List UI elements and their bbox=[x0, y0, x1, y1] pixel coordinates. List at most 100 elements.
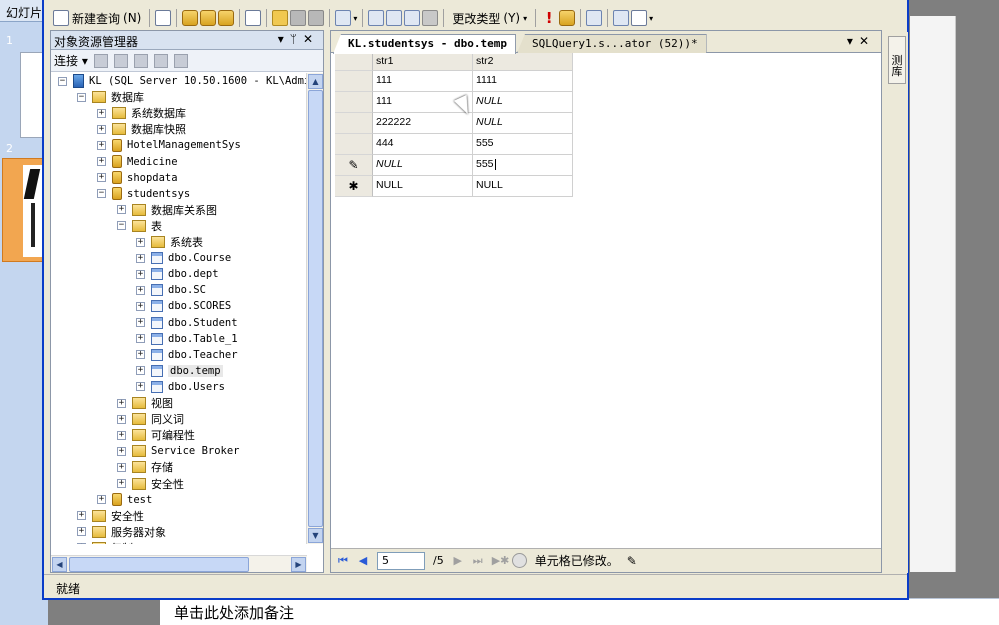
new-script-icon[interactable] bbox=[245, 10, 262, 26]
grid-cell[interactable]: 222222 bbox=[373, 113, 473, 134]
expand-icon[interactable]: + bbox=[136, 318, 145, 327]
grid-cell[interactable]: NULL bbox=[473, 113, 573, 134]
new-query-button[interactable]: 新建查询 (N) bbox=[50, 7, 144, 29]
stop-icon[interactable] bbox=[133, 53, 148, 68]
expand-icon[interactable]: + bbox=[77, 511, 86, 521]
dropdown-icon[interactable]: ▾ bbox=[847, 34, 859, 48]
tab-sqlquery1[interactable]: SQLQuery1.s...ator (52))* bbox=[517, 34, 707, 53]
tree-vertical-scrollbar[interactable]: ▲ ▼ bbox=[306, 73, 323, 544]
analysis-query-icon[interactable] bbox=[200, 10, 217, 26]
tree-node[interactable]: + 同义词 bbox=[117, 411, 184, 427]
expand-icon[interactable]: + bbox=[136, 334, 145, 344]
expand-icon[interactable]: + bbox=[117, 430, 126, 440]
chevron-down-icon[interactable]: ▾ bbox=[649, 14, 653, 23]
show-sql-pane-icon[interactable] bbox=[404, 10, 421, 26]
tree-node[interactable]: + 数据库快照 bbox=[97, 121, 186, 137]
grid-cell[interactable]: 555 bbox=[473, 155, 573, 176]
tree-node[interactable]: + dbo.SCORES bbox=[136, 298, 231, 314]
expand-icon[interactable]: + bbox=[77, 543, 86, 544]
row-editing-pencil-icon[interactable]: ✎ bbox=[335, 155, 373, 176]
tree-horizontal-scrollbar[interactable]: ◀ ▶ bbox=[51, 555, 307, 572]
scroll-left-icon[interactable]: ◀ bbox=[52, 557, 67, 572]
previous-record-icon[interactable]: ◀ bbox=[357, 554, 369, 567]
tree-node[interactable]: + Service Broker bbox=[117, 443, 240, 459]
execute-sql-icon[interactable]: ! bbox=[541, 10, 557, 26]
tree-node[interactable]: + dbo.Users bbox=[136, 379, 225, 395]
expand-icon[interactable]: + bbox=[97, 124, 106, 134]
scroll-right-icon[interactable]: ▶ bbox=[291, 557, 306, 572]
tree-node[interactable]: + dbo.SC bbox=[136, 282, 206, 298]
add-table-icon[interactable] bbox=[613, 10, 630, 26]
row-header[interactable] bbox=[335, 92, 373, 113]
expand-icon[interactable]: + bbox=[136, 269, 145, 279]
scroll-down-icon[interactable]: ▼ bbox=[308, 528, 323, 543]
tree-node[interactable]: + dbo.Table_1 bbox=[136, 331, 238, 347]
row-header[interactable] bbox=[335, 71, 373, 92]
expand-icon[interactable]: + bbox=[117, 414, 126, 424]
expand-icon[interactable]: + bbox=[136, 366, 145, 376]
activity-monitor-icon[interactable] bbox=[335, 10, 352, 26]
expand-icon[interactable]: + bbox=[136, 253, 145, 263]
expand-icon[interactable]: + bbox=[136, 285, 145, 295]
dropdown-icon[interactable]: ▾ bbox=[278, 32, 290, 46]
show-diagram-pane-icon[interactable] bbox=[368, 10, 385, 26]
change-type-button[interactable]: 更改类型 (Y) ▾ bbox=[449, 7, 530, 29]
scroll-thumb[interactable] bbox=[69, 557, 249, 572]
row-new-asterisk-icon[interactable]: ✱ bbox=[335, 176, 373, 197]
collapse-icon[interactable]: − bbox=[77, 92, 86, 102]
tree-node[interactable]: + shopdata bbox=[97, 170, 178, 186]
tree-node[interactable]: + 系统数据库 bbox=[97, 105, 186, 121]
chevron-down-icon[interactable]: ▾ bbox=[353, 14, 357, 23]
expand-icon[interactable]: + bbox=[97, 157, 106, 166]
expand-icon[interactable]: + bbox=[117, 479, 126, 488]
add-derived-table-icon[interactable] bbox=[631, 10, 648, 26]
row-header[interactable] bbox=[335, 134, 373, 155]
expand-icon[interactable]: + bbox=[136, 382, 145, 392]
next-record-icon[interactable]: ▶ bbox=[452, 554, 464, 567]
tree-node[interactable]: − studentsys bbox=[97, 186, 190, 202]
refresh-icon[interactable] bbox=[173, 53, 188, 68]
disconnect-icon[interactable] bbox=[113, 53, 128, 68]
tree-node[interactable]: − 表 bbox=[117, 218, 162, 234]
expand-icon[interactable]: + bbox=[117, 462, 126, 472]
show-criteria-pane-icon[interactable] bbox=[386, 10, 403, 26]
tree-node[interactable]: + 视图 bbox=[117, 395, 173, 411]
expand-icon[interactable]: + bbox=[97, 140, 106, 150]
tree-node[interactable]: + HotelManagementSys bbox=[97, 137, 241, 153]
tree-node[interactable]: − KL (SQL Server 10.50.1600 - KL\Admin bbox=[58, 73, 307, 89]
tree-node[interactable]: + test bbox=[97, 492, 152, 508]
grid-cell[interactable]: 555 bbox=[473, 134, 573, 155]
close-icon[interactable]: ✕ bbox=[859, 34, 875, 48]
tree-node[interactable]: + dbo.Course bbox=[136, 250, 231, 266]
tree-node[interactable]: + dbo.temp bbox=[136, 363, 223, 379]
column-header[interactable]: str1 bbox=[373, 53, 473, 71]
group-by-icon[interactable] bbox=[586, 10, 603, 26]
tree-node[interactable]: + dbo.Student bbox=[136, 315, 238, 331]
expand-icon[interactable]: + bbox=[136, 237, 145, 247]
grid-corner[interactable] bbox=[335, 53, 373, 71]
close-icon[interactable]: ✕ bbox=[303, 32, 319, 46]
column-header[interactable]: str2 bbox=[473, 53, 573, 71]
expand-icon[interactable]: + bbox=[97, 495, 106, 505]
tree-node[interactable]: + 数据库关系图 bbox=[117, 202, 217, 218]
expand-icon[interactable]: + bbox=[77, 527, 86, 537]
grid-cell[interactable]: 111 bbox=[373, 71, 473, 92]
mdx-query-icon[interactable] bbox=[218, 10, 235, 26]
new-record-icon[interactable]: ▶✱ bbox=[492, 554, 510, 567]
expand-icon[interactable]: + bbox=[117, 446, 126, 456]
record-number-input[interactable]: 5 bbox=[377, 551, 425, 570]
connect-icon[interactable] bbox=[93, 53, 108, 68]
connect-button[interactable]: 连接 ▾ bbox=[54, 52, 88, 69]
expand-icon[interactable]: + bbox=[97, 108, 106, 118]
tree-node[interactable]: + 复制 bbox=[77, 540, 133, 544]
properties-rail-button[interactable]: 测 库 bbox=[888, 36, 906, 84]
tree-node[interactable]: + 系统表 bbox=[136, 234, 203, 250]
grid-cell[interactable]: 444 bbox=[373, 134, 473, 155]
row-header[interactable] bbox=[335, 113, 373, 134]
tree-node[interactable]: + 可编程性 bbox=[117, 427, 195, 443]
tab-table-temp[interactable]: KL.studentsys - dbo.temp bbox=[333, 34, 516, 54]
scroll-thumb[interactable] bbox=[308, 90, 323, 527]
tree-node[interactable]: + Medicine bbox=[97, 154, 178, 170]
expand-icon[interactable]: + bbox=[97, 173, 106, 183]
open-file-icon[interactable] bbox=[272, 10, 289, 26]
